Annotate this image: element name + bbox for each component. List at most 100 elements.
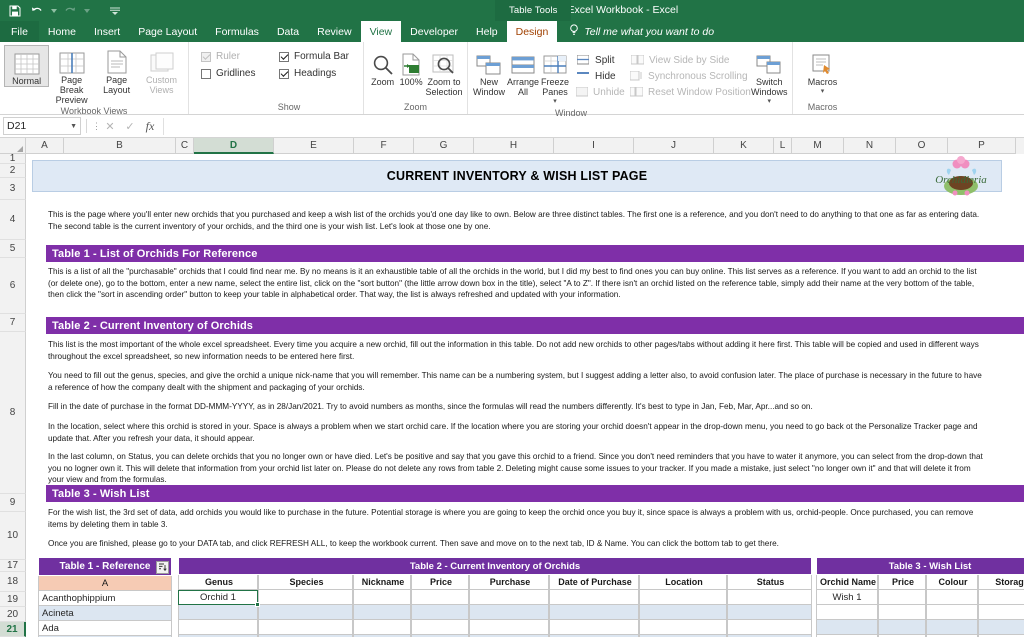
table2-cell-status[interactable]: [727, 590, 812, 605]
table2-cell-species[interactable]: [258, 620, 353, 635]
new-window-button[interactable]: New Window: [472, 47, 506, 97]
undo-dropdown-icon[interactable]: [50, 2, 57, 20]
custom-views-button[interactable]: Custom Views: [139, 45, 184, 95]
unhide-button[interactable]: Unhide: [576, 86, 623, 98]
switch-windows-button[interactable]: Switch Windows ▾: [750, 47, 789, 107]
freeze-panes-button[interactable]: Freeze Panes ▾: [540, 47, 570, 107]
row-header-5[interactable]: 5: [0, 240, 26, 258]
split-button[interactable]: Split: [576, 54, 623, 66]
row-header-20[interactable]: 20: [0, 607, 26, 622]
table2-header-date-of-purchase[interactable]: Date of Purchase: [549, 575, 639, 590]
insert-function-icon[interactable]: fx: [140, 119, 160, 134]
column-header-i[interactable]: I: [554, 138, 634, 154]
zoom-to-selection-button[interactable]: Zoom to Selection: [425, 47, 463, 97]
table2-cell-genus[interactable]: [178, 620, 258, 635]
row-header-7[interactable]: 7: [0, 314, 26, 332]
column-header-k[interactable]: K: [714, 138, 774, 154]
page-layout-button[interactable]: Page Layout: [94, 45, 139, 95]
table2-header-status[interactable]: Status: [727, 575, 812, 590]
table2-cell-location[interactable]: [639, 605, 727, 620]
chevron-down-icon[interactable]: ▼: [70, 123, 77, 130]
table3-row[interactable]: Wish 1: [816, 590, 1024, 605]
cancel-icon[interactable]: ✕: [100, 120, 120, 133]
row-header-1[interactable]: 1: [0, 154, 26, 164]
normal-view-button[interactable]: Normal: [4, 45, 49, 87]
tell-me-box[interactable]: Tell me what you want to do: [557, 21, 714, 42]
table3-cell-colour[interactable]: [926, 590, 978, 605]
row-header-3[interactable]: 3: [0, 178, 26, 200]
table2-cell-purchase[interactable]: [469, 590, 549, 605]
table2-cell-nickname[interactable]: [353, 605, 411, 620]
table2-cell-date[interactable]: [549, 605, 639, 620]
row-header-9[interactable]: 9: [0, 494, 26, 512]
table2-header-species[interactable]: Species: [258, 575, 353, 590]
checkbox-gridlines[interactable]: Gridlines: [201, 68, 255, 79]
table1-row[interactable]: Ada: [38, 621, 172, 636]
tab-view[interactable]: View: [361, 21, 402, 42]
table2-header-purchase[interactable]: Purchase: [469, 575, 549, 590]
chevron-down-icon[interactable]: ▾: [821, 87, 825, 97]
table2-row[interactable]: Orchid 1: [178, 590, 812, 605]
customize-quick-access-toolbar-icon[interactable]: [106, 2, 124, 20]
table2-cell-purchase[interactable]: [469, 605, 549, 620]
table2-header-price[interactable]: Price: [411, 575, 469, 590]
table2-cell-location[interactable]: [639, 620, 727, 635]
row-header-19[interactable]: 19: [0, 592, 26, 607]
table2-cell-genus[interactable]: [178, 605, 258, 620]
column-header-h[interactable]: H: [474, 138, 554, 154]
sort-ascending-icon[interactable]: [156, 561, 169, 574]
table2-cell-price[interactable]: [411, 605, 469, 620]
redo-icon[interactable]: [61, 2, 79, 20]
column-header-b[interactable]: B: [64, 138, 176, 154]
column-header-l[interactable]: L: [774, 138, 792, 154]
row-header-2[interactable]: 2: [0, 164, 26, 178]
name-box[interactable]: D21 ▼: [3, 117, 81, 135]
arrange-all-button[interactable]: Arrange All: [506, 47, 540, 97]
table3-header-orchid-name[interactable]: Orchid Name: [816, 575, 878, 590]
table2-row[interactable]: [178, 620, 812, 635]
row-header-17[interactable]: 17: [0, 560, 26, 572]
tab-home[interactable]: Home: [39, 21, 85, 42]
column-header-g[interactable]: G: [414, 138, 474, 154]
row-header-4[interactable]: 4: [0, 200, 26, 240]
table3-cell-colour[interactable]: [926, 605, 978, 620]
chevron-down-icon[interactable]: ▾: [553, 97, 557, 107]
column-header-n[interactable]: N: [844, 138, 896, 154]
formula-bar-grip[interactable]: ⋮: [92, 121, 100, 132]
table3-cell-orchid-name[interactable]: Wish 1: [816, 590, 878, 605]
table3-cell-price[interactable]: [878, 590, 926, 605]
synchronous-scrolling-button[interactable]: Synchronous Scrolling: [630, 70, 745, 82]
table2-cell-price[interactable]: [411, 590, 469, 605]
column-header-p[interactable]: P: [948, 138, 1016, 154]
table2-cell-purchase[interactable]: [469, 620, 549, 635]
table3-header-storage[interactable]: Storage: [978, 575, 1024, 590]
table3-row[interactable]: [816, 620, 1024, 635]
select-all-corner[interactable]: [0, 138, 26, 154]
redo-dropdown-icon[interactable]: [83, 2, 90, 20]
tab-help[interactable]: Help: [467, 21, 507, 42]
row-header-21[interactable]: 21: [0, 622, 26, 637]
row-header-18[interactable]: 18: [0, 572, 26, 592]
table2-cell-genus[interactable]: Orchid 1: [178, 590, 258, 605]
zoom-100-button[interactable]: 100%: [397, 47, 425, 87]
table2-cell-nickname[interactable]: [353, 590, 411, 605]
zoom-button[interactable]: Zoom: [368, 47, 397, 87]
column-header-d[interactable]: D: [194, 138, 274, 154]
enter-icon[interactable]: ✓: [120, 120, 140, 133]
tab-insert[interactable]: Insert: [85, 21, 129, 42]
column-header-j[interactable]: J: [634, 138, 714, 154]
chevron-down-icon[interactable]: ▾: [768, 97, 772, 107]
column-header-o[interactable]: O: [896, 138, 948, 154]
tab-data[interactable]: Data: [268, 21, 308, 42]
table2-cell-price[interactable]: [411, 620, 469, 635]
table2-cell-species[interactable]: [258, 590, 353, 605]
table3-cell-orchid-name[interactable]: [816, 605, 878, 620]
tab-design[interactable]: Design: [507, 21, 558, 42]
table2-row[interactable]: [178, 605, 812, 620]
tab-review[interactable]: Review: [308, 21, 360, 42]
formula-input[interactable]: [163, 118, 1024, 135]
table3-header-price[interactable]: Price: [878, 575, 926, 590]
table2-cell-date[interactable]: [549, 620, 639, 635]
row-header-8[interactable]: 8: [0, 332, 26, 494]
tab-page-layout[interactable]: Page Layout: [129, 21, 206, 42]
